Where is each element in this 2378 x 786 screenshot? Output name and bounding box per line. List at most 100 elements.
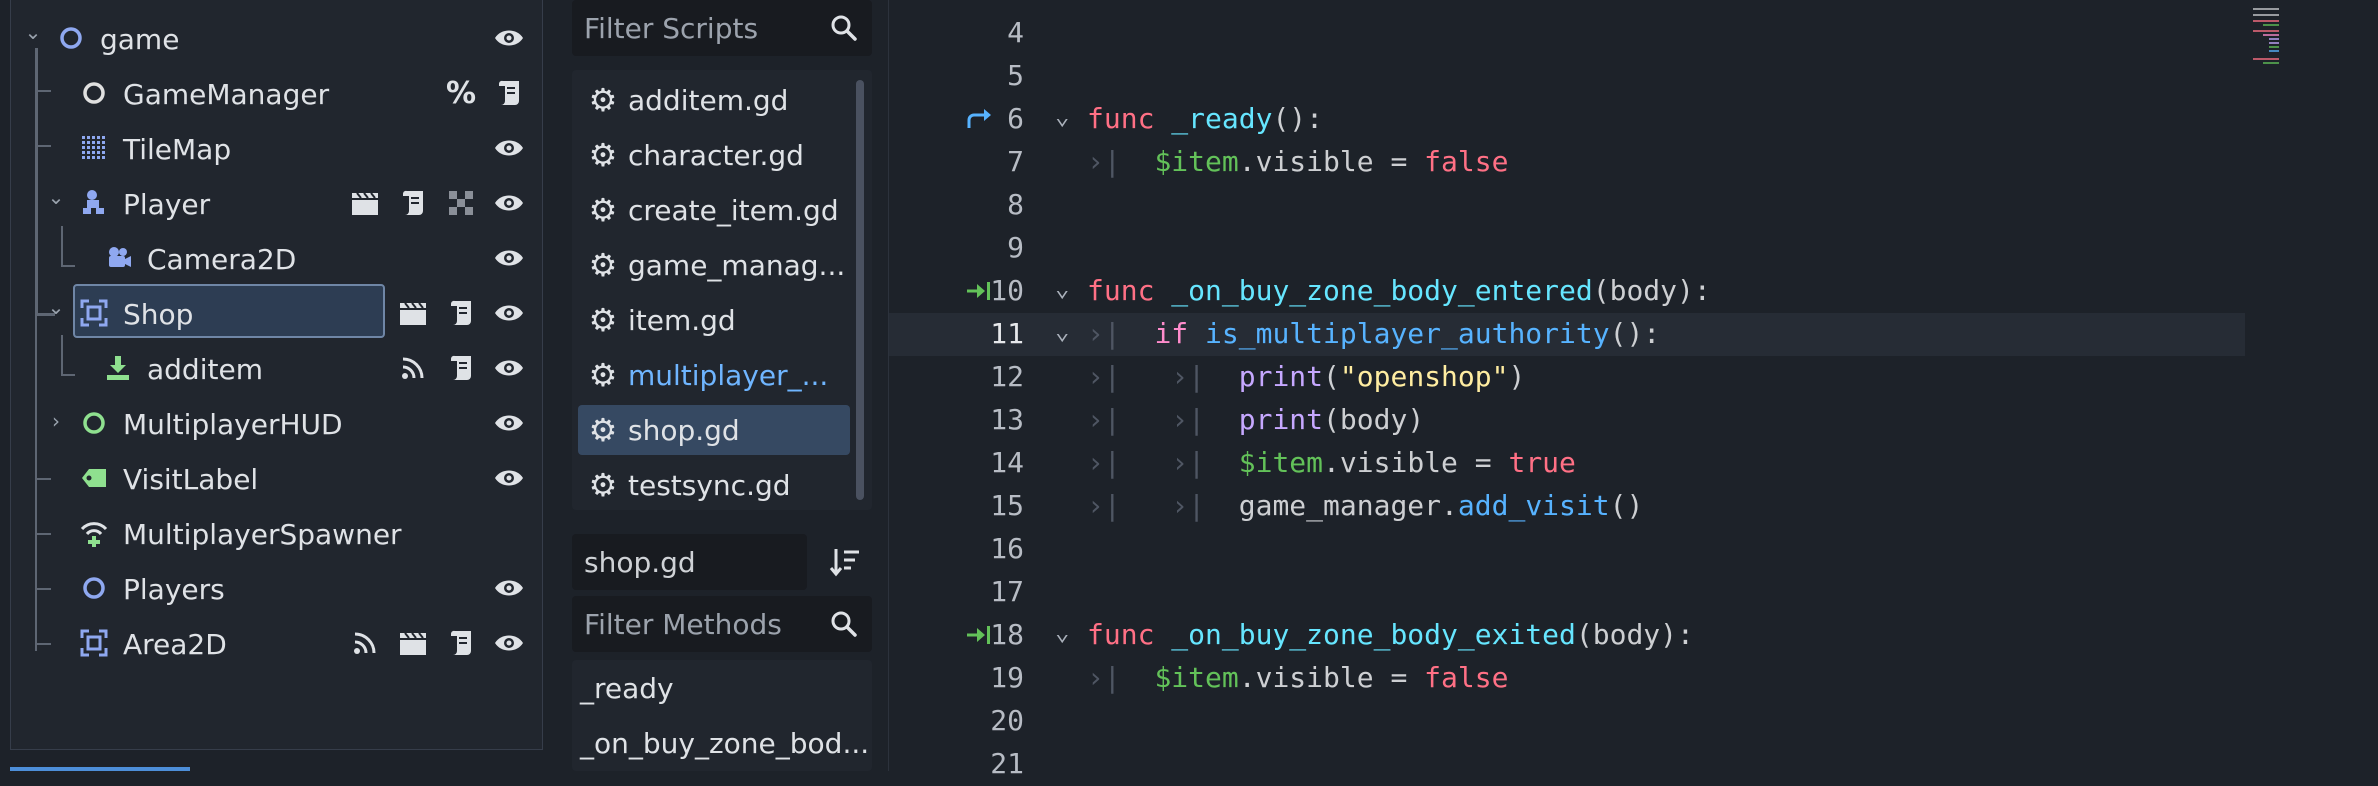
- collapse-arrow-icon[interactable]: ⌄: [22, 20, 44, 44]
- code-line[interactable]: 15 ›| ›| game_manager.add_visit(): [889, 485, 2245, 528]
- code-line[interactable]: 12 ›| ›| print("openshop"): [889, 356, 2245, 399]
- method-item[interactable]: _on_buy_zone_bod...: [580, 727, 869, 760]
- minimap-line: [2253, 14, 2279, 16]
- script-item[interactable]: ⚙ additem.gd: [578, 75, 850, 125]
- fold-arrow-icon[interactable]: ⌄: [1055, 317, 1069, 345]
- expand-arrow-icon[interactable]: ›: [45, 409, 67, 433]
- script-item-label: create_item.gd: [628, 193, 839, 227]
- visibility-icon[interactable]: [492, 186, 526, 220]
- code-line[interactable]: 4: [889, 12, 2245, 55]
- code-editor[interactable]: 4 5 6 ⌄ func _ready(): 7 ›| $item.visible = fa…: [888, 0, 2378, 780]
- code-text: func _on_buy_zone_body_exited(body):: [1087, 618, 1694, 651]
- visibility-icon[interactable]: [492, 296, 526, 330]
- script-item[interactable]: ⚙ character.gd: [578, 130, 850, 180]
- visibility-icon[interactable]: [492, 131, 526, 165]
- minimap-line: [2253, 58, 2279, 60]
- scene-node-tilemap[interactable]: TileMap: [11, 123, 544, 173]
- code-line[interactable]: 11 ⌄ ›| if is_multiplayer_authority():: [889, 313, 2245, 356]
- gear-icon: ⚙: [588, 411, 618, 449]
- scene-node-shop[interactable]: ⌄ Shop: [11, 284, 544, 338]
- signal-connection-icon[interactable]: [964, 620, 994, 650]
- signal-icon[interactable]: [396, 351, 430, 385]
- filter-scripts-input[interactable]: Filter Scripts: [572, 0, 872, 56]
- script-icon[interactable]: [444, 626, 478, 660]
- collapse-arrow-icon[interactable]: ⌄: [45, 295, 67, 319]
- code-line[interactable]: 16: [889, 528, 2245, 571]
- signal-connection-icon[interactable]: [964, 276, 994, 306]
- script-item[interactable]: ⚙ multiplayer_...: [578, 350, 850, 400]
- sort-methods-button[interactable]: [820, 534, 870, 590]
- scene-node-gamemanager[interactable]: GameManager%: [11, 68, 544, 118]
- code-line[interactable]: 7 ›| $item.visible = false: [889, 141, 2245, 184]
- script-icon[interactable]: [444, 296, 478, 330]
- script-item-label: item.gd: [628, 303, 736, 337]
- method-item[interactable]: _ready: [580, 672, 674, 705]
- node-ring-icon: [77, 76, 111, 110]
- filter-methods-input[interactable]: Filter Methods: [572, 596, 872, 652]
- script-item-label: multiplayer_...: [628, 358, 829, 392]
- visibility-icon[interactable]: [492, 626, 526, 660]
- code-line[interactable]: 6 ⌄ func _ready():: [889, 98, 2245, 141]
- checker-icon[interactable]: [444, 186, 478, 220]
- scene-node-additem[interactable]: additem: [11, 343, 544, 393]
- scene-node-multiplayerhud[interactable]: › MultiplayerHUD: [11, 398, 544, 448]
- visibility-icon[interactable]: [492, 241, 526, 275]
- script-item[interactable]: ⚙ item.gd: [578, 295, 850, 345]
- signal-icon[interactable]: [348, 626, 382, 660]
- gear-icon: ⚙: [588, 81, 618, 119]
- script-item[interactable]: ⚙ create_item.gd: [578, 185, 850, 235]
- node-ring-icon: [54, 21, 88, 55]
- code-line[interactable]: 18 ⌄ func _on_buy_zone_body_exited(body):: [889, 614, 2245, 657]
- fold-arrow-icon[interactable]: ⌄: [1055, 102, 1069, 130]
- override-arrow-icon[interactable]: [964, 104, 994, 134]
- clapperboard-icon[interactable]: [396, 296, 430, 330]
- fold-arrow-icon[interactable]: ⌄: [1055, 618, 1069, 646]
- label-tag-icon: [77, 461, 111, 495]
- code-text: ›| $item.visible = false: [1087, 145, 1509, 178]
- visibility-icon[interactable]: [492, 351, 526, 385]
- code-line[interactable]: 5: [889, 55, 2245, 98]
- code-line[interactable]: 19 ›| $item.visible = false: [889, 657, 2245, 700]
- area2d-icon: [77, 296, 111, 330]
- code-minimap[interactable]: [2245, 0, 2378, 771]
- current-script-field[interactable]: shop.gd: [572, 534, 807, 590]
- scene-node-game[interactable]: ⌄ game: [11, 13, 544, 63]
- visibility-icon[interactable]: [492, 571, 526, 605]
- script-icon[interactable]: [492, 76, 526, 110]
- scene-tree-panel: ⌄ game GameManager% TileMap ⌄ Player Camera2D ⌄…: [10, 0, 543, 750]
- scripts-list-scrollbar[interactable]: [856, 80, 864, 500]
- code-line[interactable]: 10 ⌄ func _on_buy_zone_body_entered(body):: [889, 270, 2245, 313]
- clapperboard-icon[interactable]: [396, 626, 430, 660]
- code-line[interactable]: 21: [889, 743, 2245, 786]
- code-text: func _ready():: [1087, 102, 1324, 135]
- visibility-icon[interactable]: [492, 406, 526, 440]
- code-text: ›| ›| $item.visible = true: [1087, 446, 1576, 479]
- percent-icon[interactable]: %: [444, 76, 478, 111]
- scene-node-visitlabel[interactable]: VisitLabel: [11, 453, 544, 503]
- script-icon[interactable]: [396, 186, 430, 220]
- scene-node-multiplayerspawner[interactable]: MultiplayerSpawner: [11, 508, 544, 558]
- visibility-icon[interactable]: [492, 21, 526, 55]
- collapse-arrow-icon[interactable]: ⌄: [45, 185, 67, 209]
- minimap-line: [2253, 30, 2279, 32]
- line-number: 16: [990, 532, 1024, 565]
- code-line[interactable]: 9: [889, 227, 2245, 270]
- code-line[interactable]: 14 ›| ›| $item.visible = true: [889, 442, 2245, 485]
- code-line[interactable]: 17: [889, 571, 2245, 614]
- script-item[interactable]: ⚙ shop.gd: [578, 405, 850, 455]
- fold-arrow-icon[interactable]: ⌄: [1055, 274, 1069, 302]
- code-line[interactable]: 8: [889, 184, 2245, 227]
- scene-node-area2d[interactable]: Area2D: [11, 618, 544, 668]
- script-item[interactable]: ⚙ game_manag...: [578, 240, 850, 290]
- script-item[interactable]: ⚙ testsync.gd: [578, 460, 850, 510]
- visibility-icon[interactable]: [492, 461, 526, 495]
- script-icon[interactable]: [444, 351, 478, 385]
- scene-node-camera2d[interactable]: Camera2D: [11, 233, 544, 283]
- gear-icon: ⚙: [588, 191, 618, 229]
- clapperboard-icon[interactable]: [348, 186, 382, 220]
- filter-methods-placeholder: Filter Methods: [584, 608, 782, 641]
- code-line[interactable]: 20: [889, 700, 2245, 743]
- scene-node-players[interactable]: Players: [11, 563, 544, 613]
- code-line[interactable]: 13 ›| ›| print(body): [889, 399, 2245, 442]
- scene-node-player[interactable]: ⌄ Player: [11, 178, 544, 228]
